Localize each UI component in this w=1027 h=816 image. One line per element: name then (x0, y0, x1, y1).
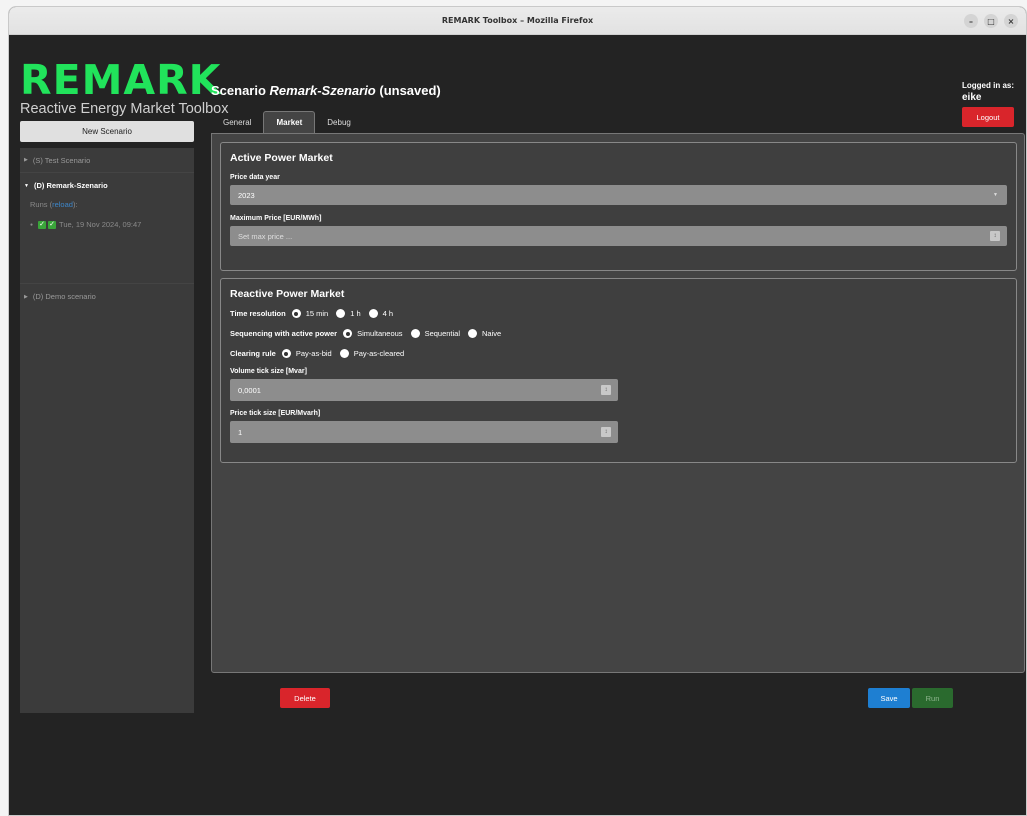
scenario-tabs: General Market Debug (211, 111, 363, 133)
close-icon[interactable]: × (1004, 14, 1018, 28)
price-year-value: 2023 (238, 190, 255, 200)
tab-market[interactable]: Market (263, 111, 316, 133)
window-title: REMARK Toolbox – Mozilla Firefox (441, 16, 594, 25)
time-resolution-label: Time resolution (230, 309, 286, 318)
radio-label: 4 h (382, 309, 394, 318)
spinner-icon[interactable]: ↕ (990, 231, 1000, 241)
logged-in-label: Logged in as: (962, 81, 1014, 90)
tab-panel-market: Active Power Market Price data year 2023… (211, 133, 1025, 673)
chevron-down-icon: ▼ (24, 182, 29, 189)
reload-link[interactable]: reload (52, 200, 73, 209)
maximize-icon[interactable]: □ (984, 14, 998, 28)
price-tick-value: 1 (238, 427, 243, 437)
clearing-rule-group: Clearing rule Pay-as-bid Pay-as-cleared (230, 349, 1016, 358)
spinner-icon[interactable]: ↕ (601, 427, 611, 437)
price-year-label: Price data year (230, 174, 280, 181)
browser-window: REMARK Toolbox – Mozilla Firefox – □ × R… (8, 6, 1027, 816)
card-title: Reactive Power Market (230, 288, 345, 300)
max-price-placeholder: Set max price ... (238, 231, 293, 241)
radio-label: Pay-as-bid (295, 349, 332, 358)
page-title: Scenario Remark-Szenario (unsaved) (211, 83, 441, 98)
volume-tick-input[interactable]: 0,0001 ↕ (230, 379, 618, 401)
sidebar-item-label: (D) Remark-Szenario (33, 181, 108, 190)
clearing-rule-label: Clearing rule (230, 349, 276, 358)
chevron-right-icon: ▶ (24, 157, 28, 163)
radio-pay-as-cleared[interactable] (339, 349, 349, 358)
active-power-market-card: Active Power Market Price data year 2023… (220, 142, 1017, 271)
brand-logo: REMARK (20, 56, 222, 104)
price-tick-input[interactable]: 1 ↕ (230, 421, 618, 443)
username: eike (962, 92, 982, 103)
runs-suffix: ): (72, 200, 78, 209)
radio-sequential[interactable] (410, 329, 420, 338)
brand: REMARK Reactive Energy Market Toolbox (20, 56, 229, 118)
sidebar-item-demo-scenario[interactable]: ▶ (D) Demo scenario (20, 284, 194, 309)
price-tick-label: Price tick size [EUR/Mvarh] (230, 410, 321, 417)
sidebar-item-label: (S) Test Scenario (32, 155, 91, 165)
runs-section: Runs (reload): ● ✓ ✓ Tue, 19 Nov 2024, 0… (20, 198, 194, 284)
scenario-name: Remark-Szenario (269, 83, 376, 98)
check-icon: ✓ (38, 220, 47, 229)
volume-tick-label: Volume tick size [Mvar] (230, 368, 307, 375)
tab-debug[interactable]: Debug (315, 111, 363, 133)
logout-button[interactable]: Logout (962, 107, 1014, 127)
minimize-icon[interactable]: – (964, 14, 978, 28)
card-title: Active Power Market (230, 152, 333, 164)
sidebar-item-test-scenario[interactable]: ▶ (S) Test Scenario (20, 148, 194, 173)
brand-subtitle: Reactive Energy Market Toolbox (20, 101, 229, 117)
title-bar: REMARK Toolbox – Mozilla Firefox – □ × (9, 7, 1026, 35)
reactive-power-market-card: Reactive Power Market Time resolution 15… (220, 278, 1017, 463)
title-suffix: (unsaved) (375, 83, 441, 98)
radio-1h[interactable] (336, 309, 346, 318)
new-scenario-button[interactable]: New Scenario (20, 121, 194, 142)
run-entry[interactable]: ● ✓ ✓ Tue, 19 Nov 2024, 09:47 (30, 220, 184, 229)
price-year-select[interactable]: 2023 ▼ (230, 185, 1007, 205)
user-info: Logged in as: eike (962, 81, 1014, 103)
bullet-icon: ● (30, 221, 34, 228)
radio-naive[interactable] (468, 329, 478, 338)
radio-label: 15 min (305, 309, 329, 318)
sidebar-item-label: (D) Demo scenario (32, 292, 96, 301)
radio-simultaneous[interactable] (343, 329, 353, 338)
max-price-label: Maximum Price [EUR/MWh] (230, 215, 322, 222)
run-button[interactable]: Run (912, 688, 953, 708)
time-resolution-group: Time resolution 15 min 1 h 4 h (230, 309, 1016, 318)
radio-4h[interactable] (368, 309, 378, 318)
delete-button[interactable]: Delete (280, 688, 330, 708)
sidebar-item-remark-szenario[interactable]: ▼ (D) Remark-Szenario (20, 173, 194, 198)
run-timestamp: Tue, 19 Nov 2024, 09:47 (59, 220, 142, 229)
sequencing-label: Sequencing with active power (230, 329, 338, 338)
radio-label: Simultaneous (357, 329, 403, 338)
runs-header: Runs (reload): (30, 200, 184, 209)
save-button[interactable]: Save (868, 688, 910, 708)
volume-tick-value: 0,0001 (238, 385, 261, 395)
spinner-icon[interactable]: ↕ (601, 385, 611, 395)
radio-15min[interactable] (291, 309, 301, 318)
chevron-right-icon: ▶ (24, 293, 28, 300)
sequencing-group: Sequencing with active power Simultaneou… (230, 329, 1016, 338)
scenario-sidebar: ▶ (S) Test Scenario ▼ (D) Remark-Szenari… (20, 148, 194, 713)
radio-label: 1 h (350, 309, 361, 318)
check-icon: ✓ (48, 220, 57, 229)
tab-general[interactable]: General (211, 111, 263, 133)
radio-label: Sequential (424, 329, 461, 338)
max-price-input[interactable]: Set max price ... ↕ (230, 226, 1007, 246)
runs-label: Runs ( (30, 200, 53, 209)
caret-down-icon: ▼ (993, 192, 998, 198)
title-prefix: Scenario (211, 83, 270, 98)
radio-label: Pay-as-cleared (353, 349, 405, 358)
app-content: REMARK Reactive Energy Market Toolbox Ne… (9, 35, 1026, 815)
radio-label: Naive (482, 329, 502, 338)
radio-pay-as-bid[interactable] (281, 349, 291, 358)
window-controls: – □ × (964, 14, 1018, 28)
